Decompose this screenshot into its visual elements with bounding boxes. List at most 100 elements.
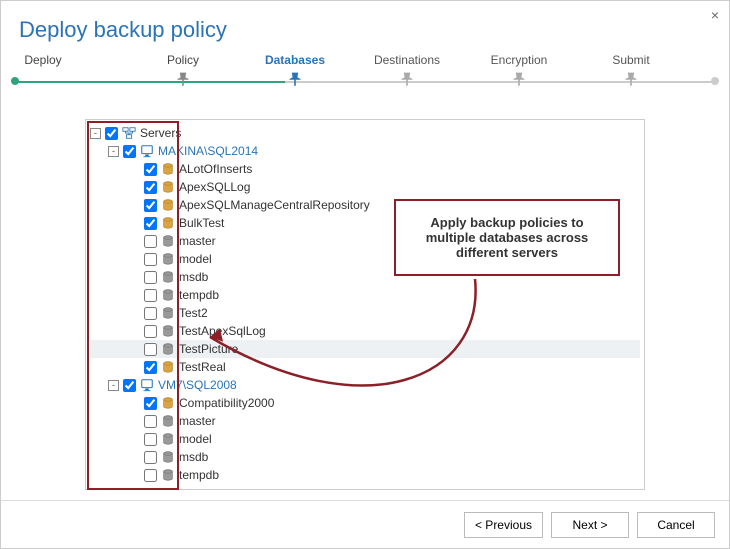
tree-checkbox[interactable] [144, 415, 157, 428]
tree-checkbox[interactable] [144, 469, 157, 482]
database-tree-container: - Servers- MAKINA\SQL2014 ALotOfInserts … [85, 119, 645, 490]
step-encryption[interactable]: Encryption [479, 53, 559, 90]
tree-server[interactable]: - MAKINA\SQL2014 [90, 142, 640, 160]
step-submit[interactable]: Submit [591, 53, 671, 90]
tree-label: MAKINA\SQL2014 [158, 142, 258, 160]
collapse-icon[interactable]: - [90, 128, 101, 139]
tree-label: VM7\SQL2008 [158, 376, 237, 394]
step-label: Submit [591, 53, 671, 71]
tree-label: ApexSQLLog [179, 178, 250, 196]
tree-label: master [179, 232, 216, 250]
tree-checkbox[interactable] [144, 181, 157, 194]
tree-checkbox[interactable] [144, 235, 157, 248]
tree-label: master [179, 412, 216, 430]
step-label: Deploy [3, 53, 83, 71]
tree-checkbox[interactable] [123, 145, 136, 158]
tree-checkbox[interactable] [144, 289, 157, 302]
tree-checkbox[interactable] [144, 199, 157, 212]
annotation-callout: Apply backup policies to multiple databa… [394, 199, 620, 276]
database-icon [161, 324, 175, 338]
tree-label: Compatibility2000 [179, 394, 274, 412]
tree-label: Test2 [179, 304, 208, 322]
tree-database[interactable]: model [90, 430, 640, 448]
tree-checkbox[interactable] [144, 451, 157, 464]
wizard-stepper: DeployPolicy Databases Destinations Encr… [15, 53, 715, 101]
database-icon [161, 216, 175, 230]
tree-label: Servers [140, 124, 181, 142]
pin-icon [174, 71, 192, 89]
page-title: Deploy backup policy [1, 1, 729, 53]
tree-database[interactable]: tempdb [90, 286, 640, 304]
step-deploy[interactable]: Deploy [3, 53, 83, 71]
step-label: Policy [143, 53, 223, 71]
tree-database[interactable]: TestPicture [90, 340, 640, 358]
pin-icon [398, 71, 416, 89]
tree-label: ALotOfInserts [179, 160, 252, 178]
tree-label: model [179, 250, 212, 268]
tree-database[interactable]: tempdb [90, 466, 640, 484]
tree-checkbox[interactable] [144, 397, 157, 410]
tree-label: model [179, 430, 212, 448]
step-destinations[interactable]: Destinations [367, 53, 447, 90]
step-label: Destinations [367, 53, 447, 71]
tree-database[interactable]: TestReal [90, 358, 640, 376]
tree-label: TestApexSqlLog [179, 322, 266, 340]
tree-checkbox[interactable] [144, 361, 157, 374]
wizard-footer: < Previous Next > Cancel [1, 500, 729, 548]
previous-button[interactable]: < Previous [464, 512, 543, 538]
tree-label: TestPicture [179, 340, 238, 358]
tree-label: ApexSQLManageCentralRepository [179, 196, 370, 214]
tree-checkbox[interactable] [144, 307, 157, 320]
tree-database[interactable]: master [90, 412, 640, 430]
close-icon[interactable]: × [711, 7, 719, 23]
step-label: Encryption [479, 53, 559, 71]
database-icon [161, 360, 175, 374]
tree-checkbox[interactable] [123, 379, 136, 392]
tree-label: msdb [179, 448, 208, 466]
next-button[interactable]: Next > [551, 512, 629, 538]
database-tree[interactable]: - Servers- MAKINA\SQL2014 ALotOfInserts … [86, 120, 644, 489]
tree-checkbox[interactable] [144, 343, 157, 356]
pin-icon [510, 71, 528, 89]
collapse-icon[interactable]: - [108, 146, 119, 157]
step-label: Databases [255, 53, 335, 71]
tree-database[interactable]: Compatibility2000 [90, 394, 640, 412]
tree-database[interactable]: msdb [90, 448, 640, 466]
step-start-dot [11, 77, 19, 85]
tree-checkbox[interactable] [144, 163, 157, 176]
database-icon [161, 270, 175, 284]
database-icon [161, 450, 175, 464]
tree-database[interactable]: Test2 [90, 304, 640, 322]
database-icon [161, 288, 175, 302]
database-icon [161, 306, 175, 320]
database-icon [161, 162, 175, 176]
tree-checkbox[interactable] [144, 271, 157, 284]
step-end-dot [711, 77, 719, 85]
tree-label: BulkTest [179, 214, 224, 232]
database-icon [161, 234, 175, 248]
pin-icon [622, 71, 640, 89]
tree-root-servers[interactable]: - Servers [90, 124, 640, 142]
tree-database[interactable]: TestApexSqlLog [90, 322, 640, 340]
database-icon [161, 396, 175, 410]
tree-label: TestReal [179, 358, 226, 376]
tree-database[interactable]: ALotOfInserts [90, 160, 640, 178]
step-databases[interactable]: Databases [255, 53, 335, 90]
database-icon [161, 252, 175, 266]
server-icon [140, 378, 154, 392]
tree-database[interactable]: ApexSQLLog [90, 178, 640, 196]
tree-checkbox[interactable] [144, 217, 157, 230]
database-icon [161, 180, 175, 194]
tree-checkbox[interactable] [144, 325, 157, 338]
collapse-icon[interactable]: - [108, 380, 119, 391]
pin-icon [286, 71, 304, 89]
database-icon [161, 414, 175, 428]
tree-label: tempdb [179, 286, 219, 304]
step-policy[interactable]: Policy [143, 53, 223, 90]
tree-checkbox[interactable] [144, 433, 157, 446]
database-icon [161, 198, 175, 212]
tree-server[interactable]: - VM7\SQL2008 [90, 376, 640, 394]
cancel-button[interactable]: Cancel [637, 512, 715, 538]
tree-checkbox[interactable] [105, 127, 118, 140]
tree-checkbox[interactable] [144, 253, 157, 266]
